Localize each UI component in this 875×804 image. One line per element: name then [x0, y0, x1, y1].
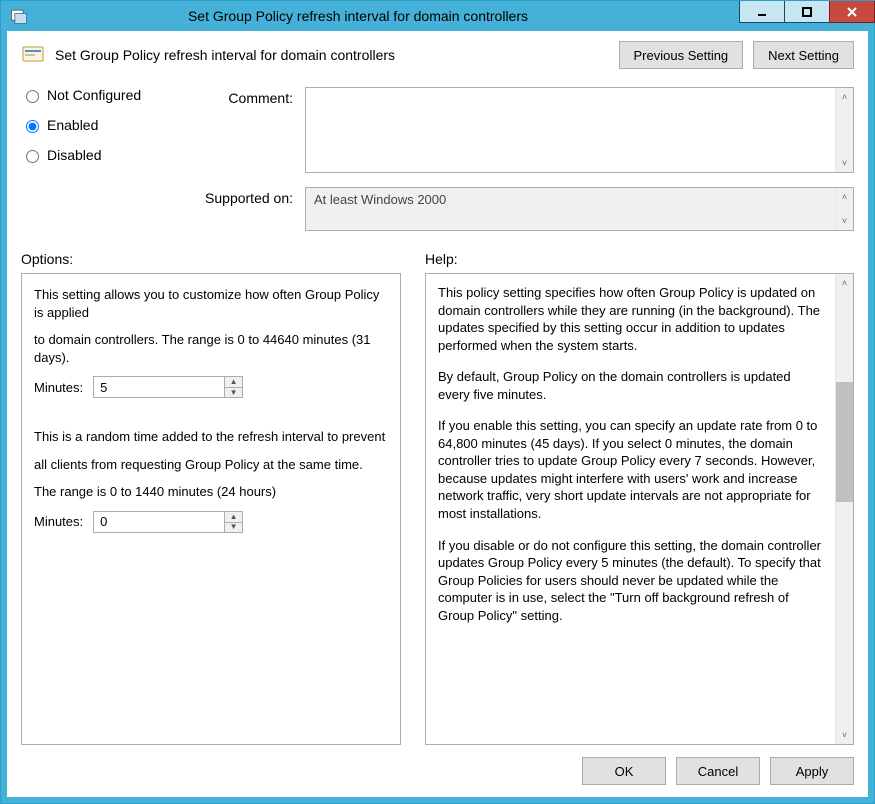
comment-textarea[interactable] [306, 88, 835, 172]
minimize-button[interactable] [739, 1, 785, 23]
help-paragraph: This policy setting specifies how often … [438, 284, 823, 354]
maximize-button[interactable] [784, 1, 830, 23]
help-paragraph: By default, Group Policy on the domain c… [438, 368, 823, 403]
cancel-button[interactable]: Cancel [676, 757, 760, 785]
scroll-thumb[interactable] [836, 382, 853, 502]
help-pane: This policy setting specifies how often … [425, 273, 854, 745]
scroll-down-icon[interactable]: ˅ [836, 212, 853, 230]
supported-on-text: At least Windows 2000 [306, 188, 835, 230]
options-label: Options: [21, 251, 401, 267]
scroll-up-icon[interactable]: ˄ [836, 88, 853, 106]
spin-up-icon[interactable]: ▲ [224, 512, 242, 522]
radio-enabled-input[interactable] [26, 120, 39, 133]
titlebar[interactable]: Set Group Policy refresh interval for do… [1, 1, 874, 31]
supported-on-label: Supported on: [205, 187, 305, 206]
radio-enabled-label: Enabled [47, 117, 98, 133]
options-random-2: all clients from requesting Group Policy… [34, 456, 388, 474]
minutes-input-1[interactable] [94, 377, 224, 397]
options-pane: This setting allows you to customize how… [21, 273, 401, 745]
policy-name: Set Group Policy refresh interval for do… [55, 47, 609, 63]
help-paragraph: If you enable this setting, you can spec… [438, 417, 823, 522]
scroll-up-icon[interactable]: ˄ [836, 274, 853, 292]
scroll-track[interactable] [836, 106, 853, 154]
options-range-2: The range is 0 to 1440 minutes (24 hours… [34, 483, 388, 501]
comment-label: Comment: [205, 87, 305, 106]
scroll-down-icon[interactable]: ˅ [836, 154, 853, 172]
policy-icon [21, 43, 45, 67]
ok-button[interactable]: OK [582, 757, 666, 785]
options-intro-2: to domain controllers. The range is 0 to… [34, 331, 388, 366]
next-setting-button[interactable]: Next Setting [753, 41, 854, 69]
radio-disabled[interactable]: Disabled [21, 147, 191, 163]
supported-on-box: At least Windows 2000 ˄ ˅ [305, 187, 854, 231]
dialog-window: Set Group Policy refresh interval for do… [0, 0, 875, 804]
supported-scrollbar[interactable]: ˄ ˅ [835, 188, 853, 230]
help-scrollbar[interactable]: ˄ ˅ [835, 274, 853, 744]
radio-not-configured[interactable]: Not Configured [21, 87, 191, 103]
radio-disabled-label: Disabled [47, 147, 101, 163]
minutes-input-2[interactable] [94, 512, 224, 532]
minutes-label-1: Minutes: [34, 380, 83, 395]
apply-button[interactable]: Apply [770, 757, 854, 785]
options-intro-1: This setting allows you to customize how… [34, 286, 388, 321]
window-title: Set Group Policy refresh interval for do… [0, 8, 739, 24]
help-paragraph: If you disable or do not configure this … [438, 537, 823, 625]
spin-down-icon[interactable]: ▼ [224, 387, 242, 397]
radio-disabled-input[interactable] [26, 150, 39, 163]
comment-box: ˄ ˅ [305, 87, 854, 173]
scroll-down-icon[interactable]: ˅ [836, 726, 853, 744]
radio-enabled[interactable]: Enabled [21, 117, 191, 133]
help-label: Help: [425, 251, 458, 267]
comment-scrollbar[interactable]: ˄ ˅ [835, 88, 853, 172]
minutes-spinner-1: ▲ ▼ [93, 376, 243, 398]
minutes-spinner-2: ▲ ▼ [93, 511, 243, 533]
minutes-label-2: Minutes: [34, 514, 83, 529]
spin-up-icon[interactable]: ▲ [224, 377, 242, 387]
radio-not-configured-input[interactable] [26, 90, 39, 103]
options-random-1: This is a random time added to the refre… [34, 428, 388, 446]
spin-down-icon[interactable]: ▼ [224, 522, 242, 532]
radio-not-configured-label: Not Configured [47, 87, 141, 103]
scroll-up-icon[interactable]: ˄ [836, 188, 853, 206]
scroll-track[interactable] [836, 292, 853, 726]
close-button[interactable] [829, 1, 875, 23]
previous-setting-button[interactable]: Previous Setting [619, 41, 744, 69]
